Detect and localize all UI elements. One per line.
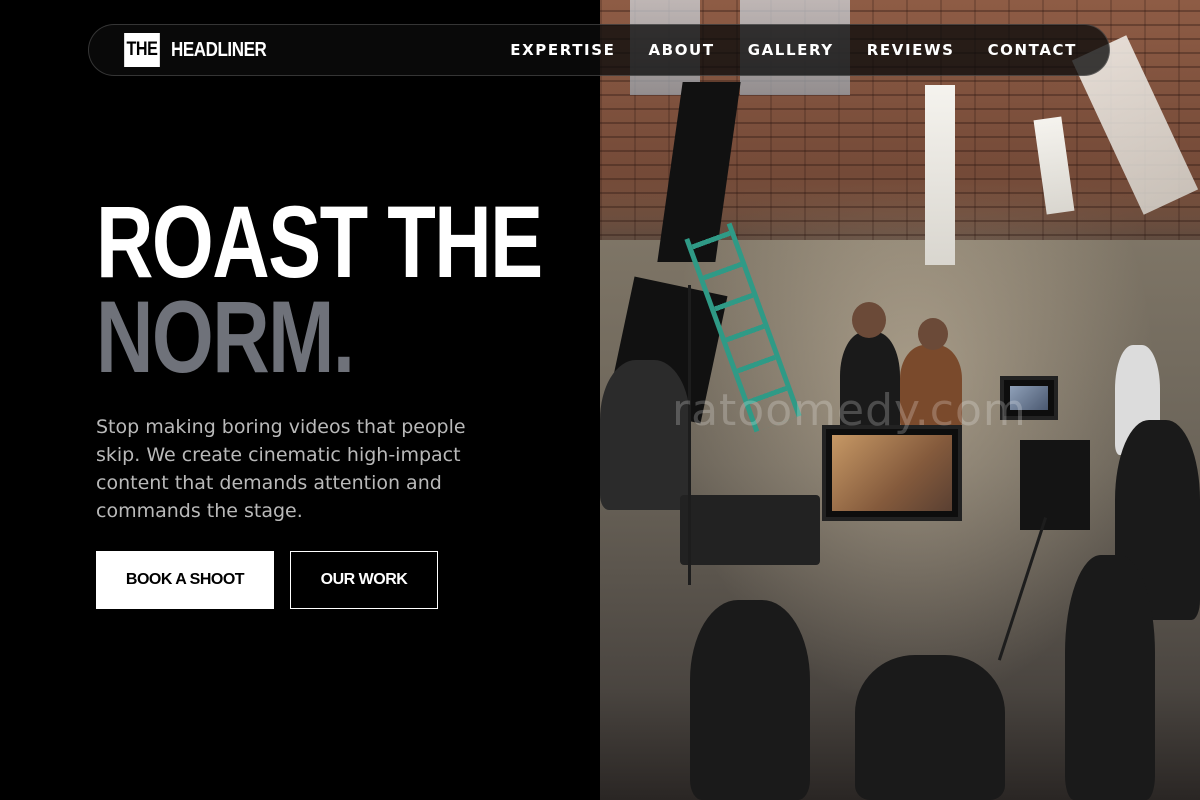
nav-link-reviews[interactable]: REVIEWS [867, 41, 955, 59]
nav-link-about[interactable]: ABOUT [648, 41, 714, 59]
headline-line-2: NORM. [96, 280, 355, 394]
headline-line-1: ROAST THE [96, 185, 543, 299]
hero-subtext: Stop making boring videos that people sk… [96, 416, 466, 522]
book-a-shoot-button[interactable]: BOOK A SHOOT [96, 551, 274, 609]
watermark-text: ratoomedy.com [672, 385, 1027, 436]
brand-logo[interactable]: THE HEADLINER [121, 33, 283, 67]
crew-head [918, 318, 948, 350]
equipment-case [680, 495, 820, 565]
nav-link-contact[interactable]: CONTACT [988, 41, 1077, 59]
field-monitor [822, 425, 962, 521]
crew-member [690, 600, 810, 800]
crew-member [855, 655, 1005, 800]
hero-cta-group: BOOK A SHOOT OUR WORK [96, 551, 438, 609]
nav-links: EXPERTISE ABOUT GALLERY REVIEWS CONTACT [510, 41, 1077, 59]
logo-text: HEADLINER [171, 38, 267, 61]
top-nav: THE HEADLINER EXPERTISE ABOUT GALLERY RE… [88, 24, 1110, 76]
hero-section: ROAST THE NORM. Stop making boring video… [96, 185, 576, 525]
diffusion-panel [925, 85, 955, 265]
cinema-camera [1020, 440, 1090, 530]
hero-headline: ROAST THE NORM. [96, 185, 543, 394]
crew-member [1065, 555, 1155, 800]
nav-link-expertise[interactable]: EXPERTISE [510, 41, 615, 59]
logo-mark: THE [124, 33, 160, 67]
our-work-button[interactable]: OUR WORK [290, 551, 438, 609]
crew-head [852, 302, 886, 338]
nav-link-gallery[interactable]: GALLERY [748, 41, 834, 59]
